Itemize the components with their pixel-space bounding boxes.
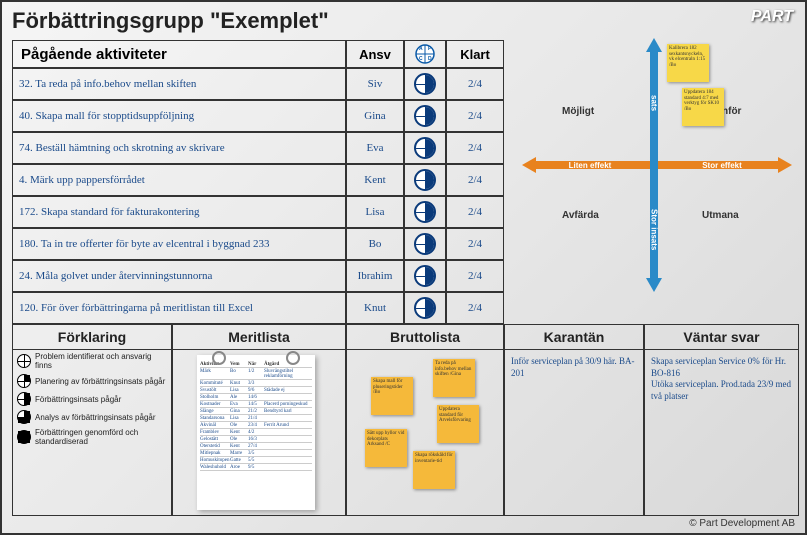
svg-text:D: D bbox=[428, 56, 432, 62]
activity-task-6: 24. Måla golvet under återvinningstunnor… bbox=[12, 260, 346, 292]
brutto-sticky-2[interactable]: Ta reda på info.behov mellan skiften /Gi… bbox=[433, 359, 475, 397]
merit-row-8: FramblevKent4/2 bbox=[200, 429, 312, 436]
quad-top-right: nför bbox=[722, 106, 741, 117]
activity-done-2: 2/4 bbox=[446, 132, 504, 164]
merit-row-6: StandarsonaLisa21/4 bbox=[200, 415, 312, 422]
copyright: © Part Development AB bbox=[689, 518, 795, 529]
activity-pdca-4[interactable] bbox=[404, 196, 446, 228]
meritlista-notepad[interactable]: Aktivitet Vem När Åtgärd MärkBo1/2Sluvrä… bbox=[197, 355, 315, 510]
merit-row-4: KostnaderEva14/5Placerd porningeskud bbox=[200, 401, 312, 408]
svg-text:A: A bbox=[419, 46, 423, 52]
section-vantar: Väntar svar Skapa serviceplan Service 0%… bbox=[644, 324, 799, 516]
activity-pdca-6[interactable] bbox=[404, 260, 446, 292]
legend-list: Problem identifierat och ansvarig finnsP… bbox=[13, 350, 171, 448]
legend-item-1: Planering av förbättringsinsats pågår bbox=[13, 372, 171, 390]
activity-owner-7: Knut bbox=[346, 292, 404, 324]
activity-task-0: 32. Ta reda på info.behov mellan skiften bbox=[12, 68, 346, 100]
activity-pdca-7[interactable] bbox=[404, 292, 446, 324]
meritlista-title: Meritlista bbox=[173, 325, 345, 350]
merit-row-1: KommitutéKnut3/3 bbox=[200, 380, 312, 387]
activity-done-5: 2/4 bbox=[446, 228, 504, 260]
pdca-icon: P D C A bbox=[414, 43, 436, 65]
merit-row-7: AkvinälOle23/4Ferrit Arund bbox=[200, 422, 312, 429]
svg-text:C: C bbox=[419, 56, 423, 62]
activity-owner-3: Kent bbox=[346, 164, 404, 196]
activity-owner-4: Lisa bbox=[346, 196, 404, 228]
brutto-sticky-4[interactable]: Skapa rökskåld för inventarie-tid bbox=[413, 451, 455, 489]
merit-row-12: HomuskitopenGatte5/5 bbox=[200, 457, 312, 464]
axis-label-left: Liten effekt bbox=[540, 156, 640, 174]
merit-row-5: SlängeGina21/2Bendtyrd karl bbox=[200, 408, 312, 415]
legend-item-3: Analys av förbättringsinsats pågår bbox=[13, 408, 171, 426]
activity-done-7: 2/4 bbox=[446, 292, 504, 324]
legend-item-0: Problem identifierat och ansvarig finns bbox=[13, 350, 171, 372]
activity-done-0: 2/4 bbox=[446, 68, 504, 100]
forklaring-title: Förklaring bbox=[13, 325, 171, 350]
quad-bottom-left: Avfärda bbox=[562, 210, 599, 221]
header-pdca: P D C A bbox=[404, 40, 446, 68]
section-bruttolista: Bruttolista Skapa mall för pluseringstid… bbox=[346, 324, 504, 516]
header-done: Klart bbox=[446, 40, 504, 68]
activity-task-3: 4. Märk upp pappersförrådet bbox=[12, 164, 346, 196]
activity-pdca-3[interactable] bbox=[404, 164, 446, 196]
axis-label-top: sats bbox=[645, 58, 663, 148]
activity-done-1: 2/4 bbox=[446, 100, 504, 132]
axis-label-right: Stor effekt bbox=[672, 156, 772, 174]
section-meritlista: Meritlista Aktivitet Vem När Åtgärd Märk… bbox=[172, 324, 346, 516]
activity-task-1: 40. Skapa mall för stopptidsuppföljning bbox=[12, 100, 346, 132]
activity-pdca-2[interactable] bbox=[404, 132, 446, 164]
activity-owner-0: Siv bbox=[346, 68, 404, 100]
merit-row-2: SvustöltLisa9/6Städade ej bbox=[200, 387, 312, 394]
section-karantan: Karantän Inför serviceplan på 30/9 här. … bbox=[504, 324, 644, 516]
brutto-sticky-3[interactable]: Uppdatera standard för Arvelsförvaring bbox=[437, 405, 479, 443]
legend-item-2: Förbättringsinsats pågår bbox=[13, 390, 171, 408]
activity-task-5: 180. Ta in tre offerter för byte av elce… bbox=[12, 228, 346, 260]
merit-row-13: WaleshuholdAroe9/5 bbox=[200, 464, 312, 471]
vantar-text: Skapa serviceplan Service 0% för Hr. BO-… bbox=[645, 350, 798, 409]
merit-row-11: MitlepnakMarre3/5 bbox=[200, 450, 312, 457]
activity-owner-5: Bo bbox=[346, 228, 404, 260]
header-activities: Pågående aktiviteter bbox=[12, 40, 346, 68]
activity-task-7: 120. För över förbättringarna på meritli… bbox=[12, 292, 346, 324]
whiteboard: Förbättringsgrupp "Exemplet" PART Pågåen… bbox=[0, 0, 807, 535]
vantar-title: Väntar svar bbox=[645, 325, 798, 350]
activity-done-4: 2/4 bbox=[446, 196, 504, 228]
activity-owner-2: Eva bbox=[346, 132, 404, 164]
bruttolista-title: Bruttolista bbox=[347, 325, 503, 350]
merit-row-10: OterstetidKent27/4 bbox=[200, 443, 312, 450]
brutto-sticky-0[interactable]: Skapa mall för pluseringstider /Bo bbox=[371, 377, 413, 415]
matrix-sticky-2[interactable]: Uppdatera 184 standard 4:7 med verktyg f… bbox=[682, 88, 724, 126]
karantan-text: Inför serviceplan på 30/9 här. BA-201 bbox=[505, 350, 643, 385]
legend-item-4: Förbättringen genomförd och standardiser… bbox=[13, 426, 171, 448]
activity-pdca-5[interactable] bbox=[404, 228, 446, 260]
activity-done-3: 2/4 bbox=[446, 164, 504, 196]
merit-row-0: MärkBo1/2Sluvrängstiltel reklamförning bbox=[200, 368, 312, 380]
quad-top-left: Möjligt bbox=[562, 106, 594, 117]
activity-task-4: 172. Skapa standard för fakturakontering bbox=[12, 196, 346, 228]
activity-pdca-0[interactable] bbox=[404, 68, 446, 100]
karantan-title: Karantän bbox=[505, 325, 643, 350]
brutto-sticky-1[interactable]: Sätt upp hyllor vid dekorplats Arksand /… bbox=[365, 429, 407, 467]
header-owner: Ansv bbox=[346, 40, 404, 68]
activity-owner-1: Gina bbox=[346, 100, 404, 132]
board-title: Förbättringsgrupp "Exemplet" bbox=[12, 8, 329, 34]
activity-task-2: 74. Beställ hämtning och skrotning av sk… bbox=[12, 132, 346, 164]
quad-bottom-right: Utmana bbox=[702, 210, 739, 221]
merit-row-9: GelostättOle16/3 bbox=[200, 436, 312, 443]
axis-label-bottom: Stor insats bbox=[645, 185, 663, 275]
section-forklaring: Förklaring Problem identifierat och ansv… bbox=[12, 324, 172, 516]
part-logo: PART bbox=[751, 8, 793, 26]
activity-owner-6: Ibrahim bbox=[346, 260, 404, 292]
merit-row-3: StolholmAle14/6 bbox=[200, 394, 312, 401]
matrix-sticky-1[interactable]: Kalibrera 182 sexkantsnyckeln, vk elcent… bbox=[667, 44, 709, 82]
priority-matrix: Liten effekt Stor effekt sats Stor insat… bbox=[522, 40, 792, 290]
activity-done-6: 2/4 bbox=[446, 260, 504, 292]
activity-pdca-1[interactable] bbox=[404, 100, 446, 132]
